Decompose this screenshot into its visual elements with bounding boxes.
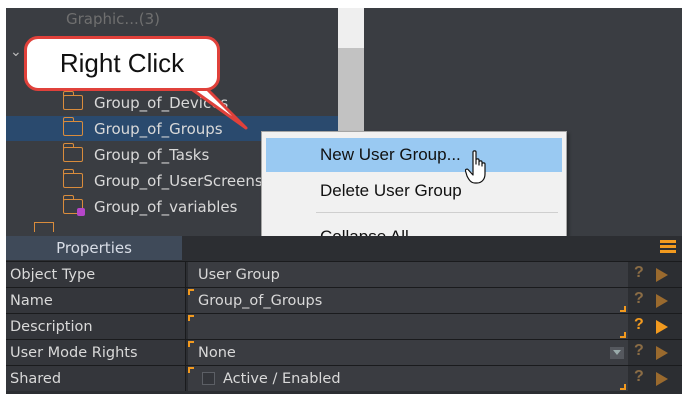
corner-marker bbox=[188, 289, 194, 295]
folder-icon bbox=[62, 117, 83, 136]
arrow-right-icon[interactable] bbox=[656, 372, 668, 386]
corner-marker bbox=[188, 315, 194, 321]
property-label: User Mode Rights bbox=[6, 340, 186, 365]
properties-header: Properties bbox=[6, 236, 682, 260]
chevron-down-icon[interactable] bbox=[610, 347, 624, 359]
property-row-description: Description ? bbox=[6, 313, 682, 339]
property-label: Shared bbox=[6, 366, 186, 391]
hamburger-menu-icon[interactable] bbox=[660, 240, 676, 256]
chevron-down-icon[interactable]: ⌄ bbox=[10, 44, 22, 60]
tab-label: Properties bbox=[56, 239, 132, 257]
tree-item-label: Group_of_Tasks bbox=[94, 145, 210, 164]
arrow-right-icon[interactable] bbox=[656, 346, 668, 360]
help-icon[interactable]: ? bbox=[634, 264, 644, 282]
help-icon[interactable]: ? bbox=[634, 342, 644, 360]
active-checkbox[interactable] bbox=[202, 372, 215, 385]
property-value: User Group bbox=[188, 262, 628, 287]
menu-item-new-user-group[interactable]: New User Group... bbox=[266, 138, 562, 172]
tree-item-label: Group_of_UserScreens bbox=[94, 171, 263, 190]
properties-panel: Properties Object Type User Group ? Name… bbox=[6, 236, 682, 394]
callout-bubble: Right Click bbox=[24, 36, 220, 91]
property-value-text: User Group bbox=[198, 266, 280, 283]
window: Graphic...(3) ⌄ Group_of_Devices Group_o… bbox=[0, 0, 682, 394]
tree-item-faded: Graphic...(3) bbox=[66, 10, 160, 28]
tab-properties[interactable]: Properties bbox=[6, 236, 182, 260]
property-label: Object Type bbox=[6, 262, 186, 287]
folder-icon bbox=[34, 222, 54, 232]
menu-item-delete-user-group[interactable]: Delete User Group bbox=[266, 174, 562, 208]
corner-marker bbox=[188, 341, 194, 347]
arrow-right-icon[interactable] bbox=[656, 294, 668, 308]
scrollbar-track[interactable] bbox=[338, 8, 364, 48]
folder-icon bbox=[62, 143, 83, 162]
user-mode-rights-select[interactable]: None bbox=[188, 340, 628, 365]
folder-icon bbox=[62, 169, 83, 188]
hand-cursor-icon bbox=[465, 150, 486, 184]
menu-separator bbox=[316, 212, 558, 213]
variable-folder-icon bbox=[62, 195, 85, 216]
property-value-text: Group_of_Groups bbox=[198, 292, 323, 309]
property-label: Name bbox=[6, 288, 186, 313]
help-icon[interactable]: ? bbox=[634, 316, 644, 334]
arrow-right-icon[interactable] bbox=[656, 320, 668, 334]
description-field[interactable] bbox=[188, 314, 628, 339]
menu-item-label: Delete User Group bbox=[320, 181, 462, 200]
property-value-text: Active / Enabled bbox=[223, 370, 341, 387]
corner-marker bbox=[620, 332, 626, 338]
help-icon[interactable]: ? bbox=[634, 368, 644, 386]
shared-field[interactable]: Active / Enabled bbox=[188, 366, 628, 391]
corner-marker bbox=[620, 306, 626, 312]
property-value-text: None bbox=[198, 344, 236, 361]
callout-text: Right Click bbox=[59, 48, 185, 78]
corner-marker bbox=[188, 367, 194, 373]
property-row-object-type: Object Type User Group ? bbox=[6, 261, 682, 287]
property-row-shared: Shared Active / Enabled ? bbox=[6, 365, 682, 391]
folder-icon bbox=[62, 91, 83, 110]
property-row-name: Name Group_of_Groups ? bbox=[6, 287, 682, 313]
property-label: Description bbox=[6, 314, 186, 339]
corner-marker bbox=[620, 384, 626, 390]
tree-item-label: Group_of_variables bbox=[94, 197, 238, 216]
tree-item-group-of-devices[interactable]: Group_of_Devices bbox=[6, 90, 338, 115]
menu-item-label: New User Group... bbox=[320, 145, 461, 164]
name-field[interactable]: Group_of_Groups bbox=[188, 288, 628, 313]
arrow-right-icon[interactable] bbox=[656, 268, 668, 282]
property-row-user-mode-rights: User Mode Rights None ? bbox=[6, 339, 682, 365]
help-icon[interactable]: ? bbox=[634, 290, 644, 308]
